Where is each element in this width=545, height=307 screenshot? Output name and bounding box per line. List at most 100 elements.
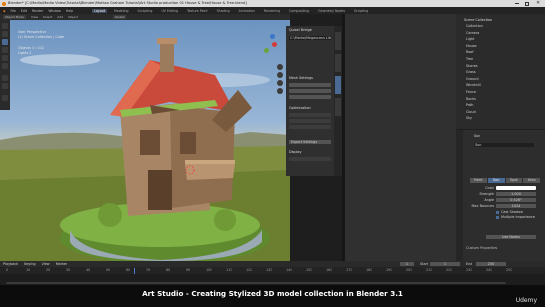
menu-render[interactable]: Render: [32, 9, 43, 13]
current-frame-field[interactable]: 1: [400, 262, 414, 267]
sidebar-tab[interactable]: [335, 32, 341, 50]
optimization-header[interactable]: Optimization: [289, 106, 311, 110]
scale-icon[interactable]: [2, 55, 8, 61]
color-label: Color: [485, 186, 494, 190]
tab-uv-editing[interactable]: UV Editing: [159, 9, 180, 13]
timeline-menu-view[interactable]: View: [42, 262, 50, 266]
light-tab-spot[interactable]: Spot: [505, 178, 523, 183]
viewport-menu-object[interactable]: Object: [68, 15, 78, 19]
axis-y-icon[interactable]: [264, 48, 269, 53]
menu-blender-icon[interactable]: ◆: [3, 9, 5, 13]
start-frame-field[interactable]: 1: [430, 262, 460, 267]
light-tab-point[interactable]: Point: [470, 178, 487, 183]
setting-row[interactable]: [289, 125, 331, 129]
sidebar-tab[interactable]: [335, 98, 341, 116]
menu-help[interactable]: Help: [66, 9, 73, 13]
ortho-toggle-icon[interactable]: [277, 88, 283, 94]
orientation-selector[interactable]: Global: [112, 15, 127, 19]
max-bounces-field[interactable]: 1024: [496, 204, 536, 209]
outliner-item[interactable]: Collection: [466, 24, 544, 28]
outliner-item[interactable]: Windmill: [466, 83, 544, 87]
menu-window[interactable]: Window: [48, 9, 61, 13]
tab-modeling[interactable]: Modeling: [112, 9, 131, 13]
timeline-menu-keying[interactable]: Keying: [24, 262, 35, 266]
maximize-icon[interactable]: [525, 1, 529, 6]
sidebar-tab[interactable]: [335, 54, 341, 72]
export-settings-button[interactable]: Export Settings: [289, 140, 331, 145]
timeline-menu-marker[interactable]: Marker: [56, 262, 68, 266]
tab-shading[interactable]: Shading: [215, 9, 232, 13]
setting-row[interactable]: [289, 157, 331, 161]
outliner-item[interactable]: Ground: [466, 77, 544, 81]
3d-viewport[interactable]: User Perspective (1) Scene Collection | …: [0, 20, 290, 261]
timeline-tick-label: 240: [486, 268, 493, 272]
outliner-item[interactable]: Path: [466, 103, 544, 107]
timeline-ruler[interactable]: 0 10 20 30 40 50 60 70 80 90 100 110 120 130 140 150 160…: [6, 268, 526, 273]
tab-sculpting[interactable]: Sculpting: [136, 9, 155, 13]
outliner-item[interactable]: Stones: [466, 64, 544, 68]
add-cube-icon[interactable]: [2, 95, 8, 101]
tab-scripting[interactable]: Scripting: [352, 9, 370, 13]
timeline-menu-playback[interactable]: Playback: [3, 262, 18, 266]
angle-field[interactable]: 0.526°: [496, 198, 536, 203]
axis-z-icon[interactable]: [270, 34, 275, 39]
use-nodes-button[interactable]: Use Nodes: [486, 235, 536, 240]
menu-file[interactable]: File: [10, 9, 15, 13]
menu-edit[interactable]: Edit: [21, 9, 27, 13]
outliner-item[interactable]: Roof: [466, 50, 544, 54]
setting-row[interactable]: [289, 113, 331, 117]
custom-properties-header[interactable]: Custom Properties: [466, 246, 497, 250]
mesh-settings-header[interactable]: Mesh Settings: [289, 76, 313, 80]
move-icon[interactable]: [2, 39, 8, 45]
cast-shadow-checkbox[interactable]: [496, 211, 499, 214]
multiple-importance-checkbox[interactable]: [496, 216, 499, 219]
light-tab-sun[interactable]: Sun: [487, 178, 505, 183]
viewport-menu-select[interactable]: Select: [43, 15, 52, 19]
outliner-item[interactable]: Grass: [466, 70, 544, 74]
setting-row[interactable]: [289, 95, 331, 99]
outliner-item[interactable]: Tree: [466, 57, 544, 61]
cursor-icon[interactable]: [2, 31, 8, 37]
zoom-icon[interactable]: [277, 64, 283, 70]
display-header[interactable]: Display: [289, 150, 302, 154]
setting-row[interactable]: [289, 83, 331, 87]
outliner-item[interactable]: Fence: [466, 90, 544, 94]
tab-compositing[interactable]: Compositing: [287, 9, 311, 13]
timeline-scrollbar[interactable]: [6, 282, 506, 284]
minimize-icon[interactable]: [515, 3, 519, 4]
axis-x-icon[interactable]: [272, 42, 277, 47]
light-data-name[interactable]: Sun: [474, 143, 534, 148]
end-frame-field[interactable]: 250: [476, 262, 506, 267]
strength-field[interactable]: 1.000: [496, 192, 536, 197]
color-swatch[interactable]: [496, 186, 536, 190]
transform-icon[interactable]: [2, 63, 8, 69]
annotate-icon[interactable]: [2, 75, 8, 81]
tab-animation[interactable]: Animation: [237, 9, 257, 13]
setting-row[interactable]: [289, 119, 331, 123]
tab-layout[interactable]: Layout: [92, 8, 108, 13]
rotate-icon[interactable]: [2, 47, 8, 53]
camera-view-icon[interactable]: [277, 80, 283, 86]
outliner-item[interactable]: Cloud: [466, 110, 544, 114]
measure-icon[interactable]: [2, 83, 8, 89]
tab-rendering[interactable]: Rendering: [262, 9, 282, 13]
addon-path-field[interactable]: C:\Media\Megascans Library\Downloaded: [289, 36, 331, 41]
light-tab-area[interactable]: Area: [523, 178, 540, 183]
setting-row[interactable]: [289, 89, 331, 93]
mode-selector[interactable]: Object Mode: [3, 15, 26, 19]
tab-geometry-nodes[interactable]: Geometry Nodes: [316, 9, 347, 13]
viewport-menu-add[interactable]: Add: [57, 15, 63, 19]
viewport-menu-view[interactable]: View: [31, 15, 38, 19]
outliner-item[interactable]: Camera: [466, 31, 544, 35]
sidebar-tab[interactable]: [335, 76, 341, 94]
close-icon[interactable]: ✕: [536, 0, 542, 7]
viewport-objects: Objects 1 / 102: [18, 46, 44, 50]
outliner-item[interactable]: Sky: [466, 116, 544, 120]
pan-hand-icon[interactable]: [277, 72, 283, 78]
light-object-name[interactable]: Sun: [474, 134, 480, 138]
select-box-icon[interactable]: [2, 23, 8, 29]
tab-texture-paint[interactable]: Texture Paint: [185, 9, 210, 13]
outliner-item[interactable]: Rocks: [466, 97, 544, 101]
outliner-item[interactable]: House: [466, 44, 544, 48]
outliner-item[interactable]: Light: [466, 37, 544, 41]
